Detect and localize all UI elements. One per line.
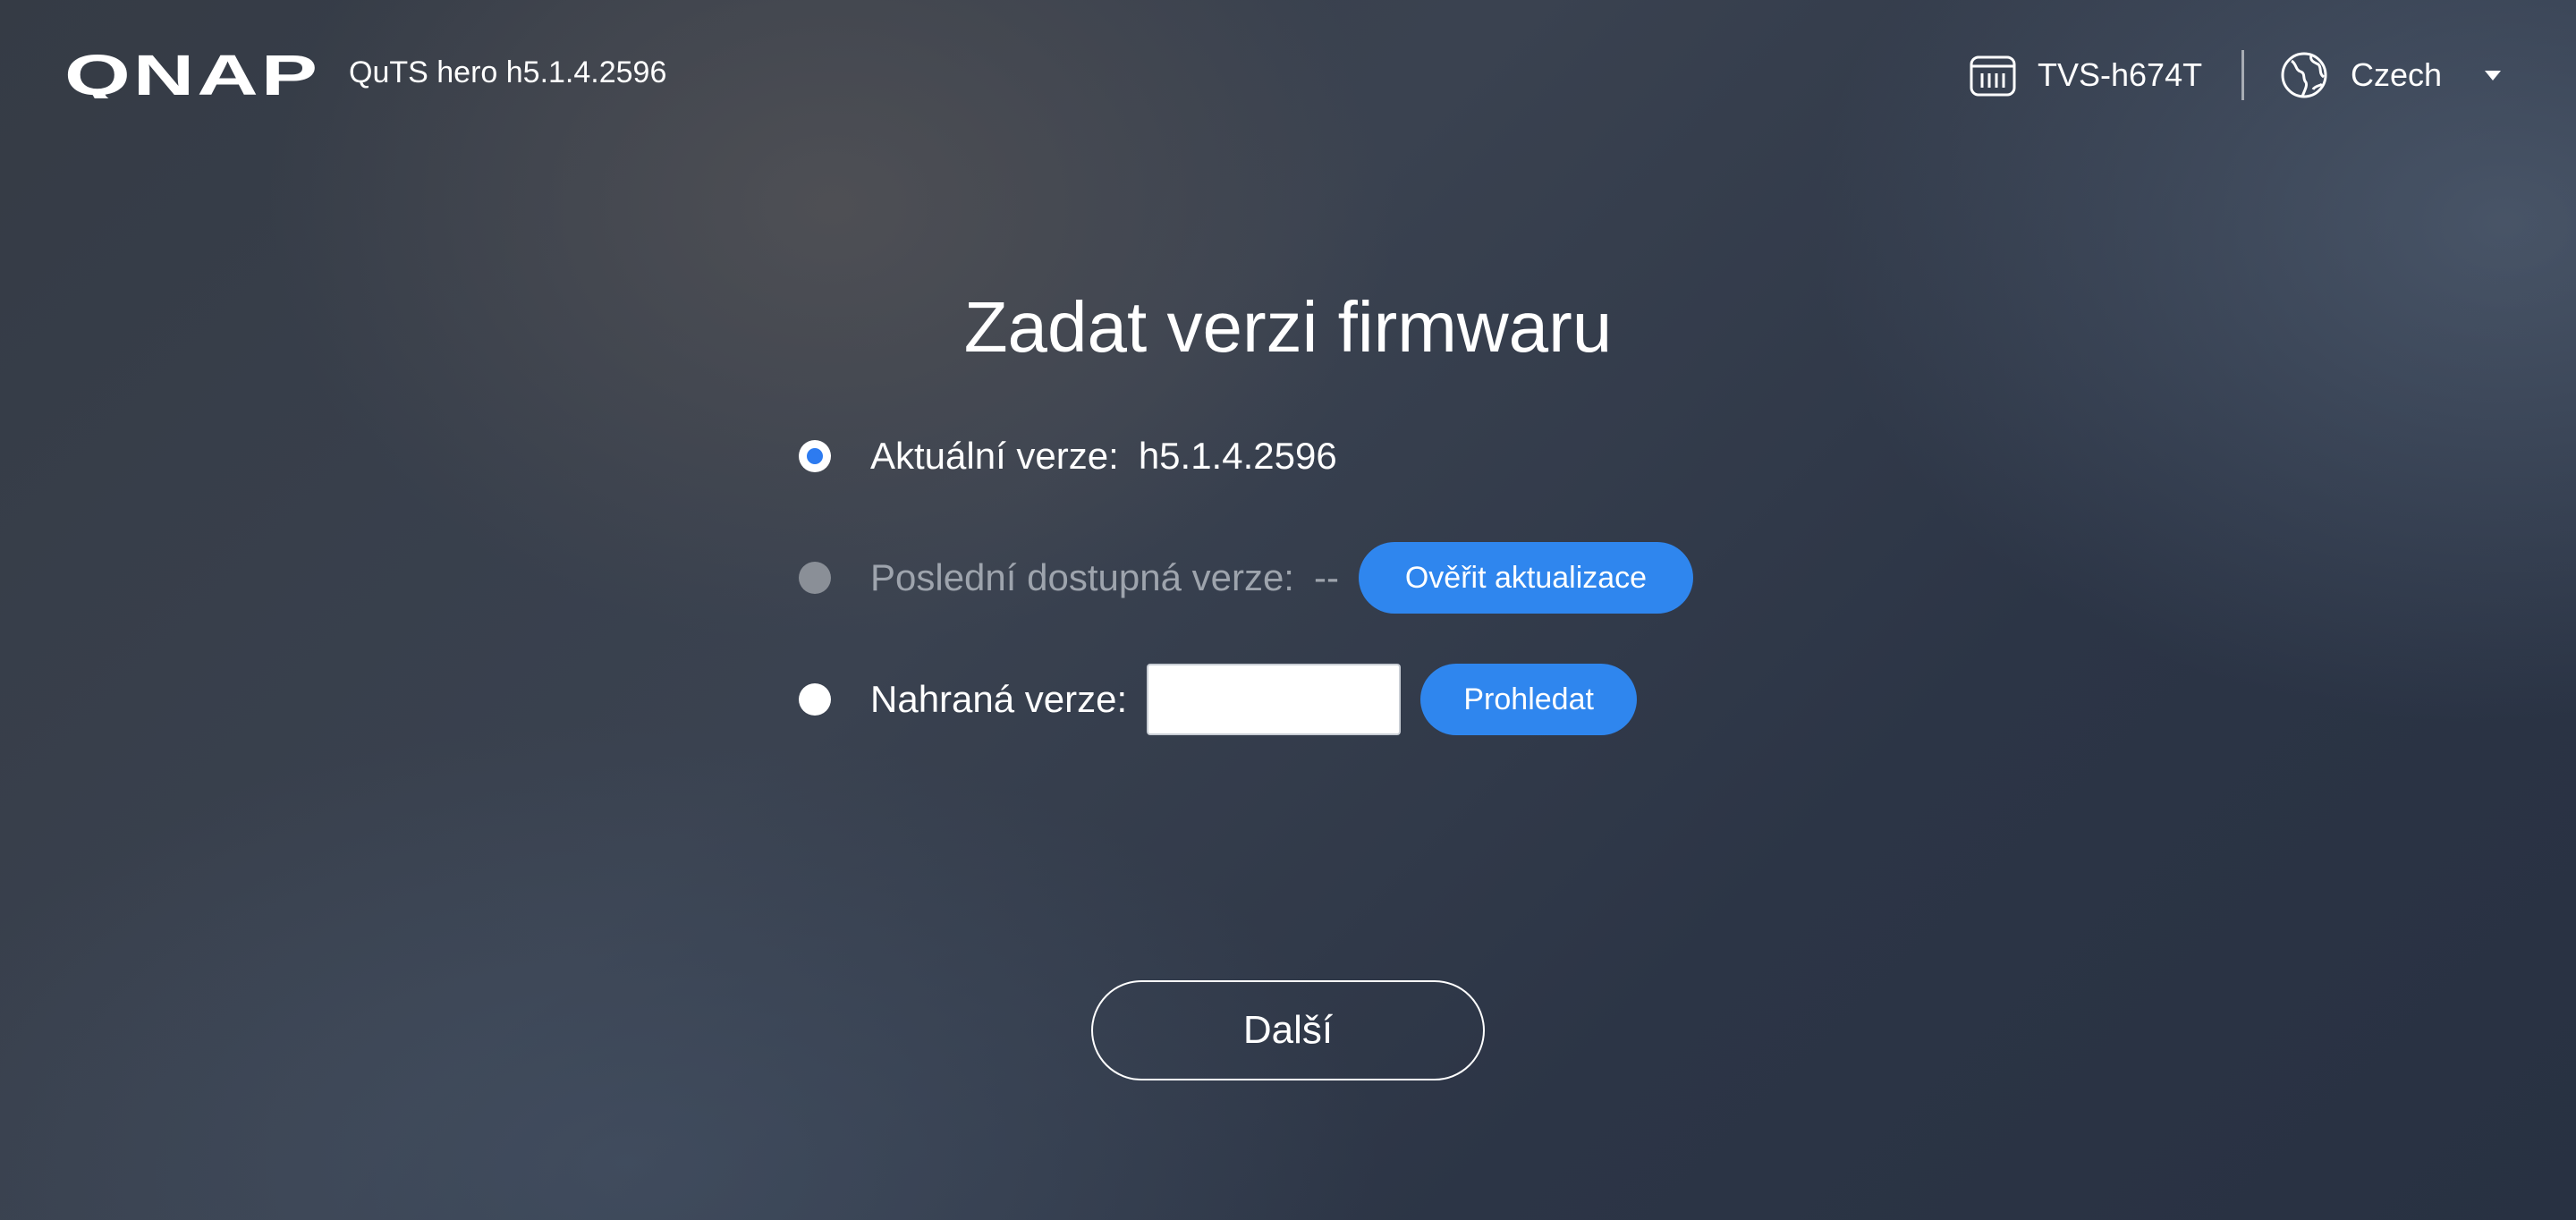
header-divider (2241, 50, 2244, 100)
firmware-file-input[interactable] (1147, 664, 1402, 735)
svg-text:QNAP: QNAP (64, 50, 320, 98)
latest-version-label: Poslední dostupná verze: (870, 556, 1294, 598)
check-updates-button[interactable]: Ověřit aktualizace (1358, 542, 1693, 614)
page-title: Zadat verzi firmwaru (963, 287, 1613, 367)
latest-version-value: -- (1313, 556, 1339, 598)
device-info: TVS-h674T (1968, 50, 2202, 100)
globe-icon (2281, 52, 2327, 98)
option-latest-version: Poslední dostupná verze: -- Ověřit aktua… (799, 542, 1693, 614)
option-uploaded-version: Nahraná verze: Prohledat (799, 664, 1638, 735)
current-version-value: h5.1.4.2596 (1138, 435, 1337, 477)
current-version-label: Aktuální verze: (870, 435, 1119, 477)
radio-current-version[interactable] (799, 440, 831, 472)
option-current-version: Aktuální verze: h5.1.4.2596 (799, 420, 1337, 492)
product-version: QuTS hero h5.1.4.2596 (349, 55, 667, 89)
radio-latest-version (799, 562, 831, 594)
chevron-down-icon (2485, 70, 2502, 80)
language-label: Czech (2351, 56, 2443, 93)
next-button[interactable]: Další (1091, 980, 1485, 1080)
qnap-logo: QNAP (64, 50, 320, 98)
radio-uploaded-version[interactable] (799, 683, 831, 716)
nas-device-icon (1970, 55, 2016, 97)
language-selector[interactable]: Czech (2279, 48, 2502, 102)
uploaded-version-label: Nahraná verze: (870, 678, 1128, 720)
header: QNAP QuTS hero h5.1.4.2596 TVS-h674T Cze… (0, 0, 2576, 143)
browse-button[interactable]: Prohledat (1420, 664, 1638, 735)
device-name: TVS-h674T (2038, 56, 2203, 93)
